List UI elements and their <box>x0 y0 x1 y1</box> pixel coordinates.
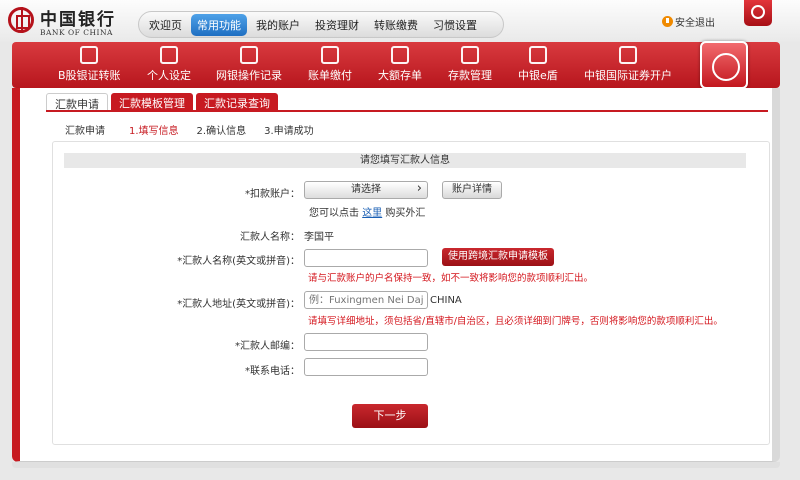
remitter-name-value: 李国平 <box>304 232 334 243</box>
form-title: 请您填写汇款人信息 <box>64 153 746 168</box>
address-hint: 请填写详细地址，须包括省/直辖市/自治区，且必须详细到门牌号，否则将影响您的款项… <box>308 316 723 327</box>
topnav-common-functions[interactable]: 常用功能 <box>191 13 247 36</box>
gears-icon <box>160 46 178 64</box>
account-detail-button[interactable]: 账户详情 <box>442 181 502 199</box>
func-operation-log[interactable]: 网银操作记录 <box>216 42 282 88</box>
top-header: 中国银行 BANK OF CHINA 欢迎页 常用功能 我的账户 投资理财 转账… <box>0 0 800 42</box>
logout-label: 安全退出 <box>675 18 715 29</box>
search-doc-icon <box>240 46 258 64</box>
use-template-button[interactable]: 使用跨境汇款申请模板 <box>442 248 554 266</box>
step-success: 3.申请成功 <box>264 126 314 137</box>
buy-fx-hint: 您可以点击 这里 购买外汇 <box>309 208 426 219</box>
address-suffix: CHINA <box>430 295 462 306</box>
func-personal-settings[interactable]: 个人设定 <box>147 42 191 88</box>
zip-label: *汇款人邮编： <box>235 341 300 352</box>
account-label: *扣款账户： <box>245 189 300 200</box>
token-icon <box>528 46 547 64</box>
tab-remittance-apply[interactable]: 汇款申请 <box>46 93 108 111</box>
name-en-label: *汇款人名称(英文或拼音)： <box>177 256 300 267</box>
bank-name-en: BANK OF CHINA <box>40 28 113 37</box>
bank-logo-icon <box>8 7 34 33</box>
footer-bar <box>12 462 780 468</box>
power-button[interactable] <box>744 0 772 26</box>
func-deposit-management[interactable]: 存款管理 <box>448 42 492 88</box>
topnav-investment[interactable]: 投资理财 <box>309 14 365 36</box>
name-en-input[interactable] <box>304 249 428 267</box>
steps-title: 汇款申请 <box>65 126 105 137</box>
step-indicator: 汇款申请 1.填写信息 2.确认信息 3.申请成功 <box>65 122 332 137</box>
buy-fx-link[interactable]: 这里 <box>362 208 382 219</box>
yuan-note-icon <box>391 46 409 64</box>
featured-badge-icon[interactable] <box>700 41 748 89</box>
account-select[interactable]: 请选择 <box>304 181 428 199</box>
name-hint: 请与汇款账户的户名保持一致，如不一致将影响您的款项顺利汇出。 <box>308 273 594 284</box>
topnav-my-account[interactable]: 我的账户 <box>250 14 306 36</box>
phone-input[interactable] <box>304 358 428 376</box>
sub-tabs: 汇款申请 汇款模板管理 汇款记录查询 <box>46 93 281 111</box>
power-icon <box>662 16 673 27</box>
func-bill-payment[interactable]: 账单缴付 <box>308 42 352 88</box>
step-confirm-info: 2.确认信息 <box>196 126 247 137</box>
next-step-button[interactable]: 下一步 <box>352 404 428 428</box>
chart-icon <box>80 46 99 64</box>
topnav-welcome[interactable]: 欢迎页 <box>143 14 188 36</box>
func-b-share-transfer[interactable]: B股银证转账 <box>58 42 121 88</box>
stock-chart-icon <box>619 46 637 64</box>
zip-input[interactable] <box>304 333 428 351</box>
logout-link[interactable]: 安全退出 <box>662 14 715 29</box>
tab-underline <box>46 110 768 112</box>
top-nav: 欢迎页 常用功能 我的账户 投资理财 转账缴费 习惯设置 <box>138 11 504 38</box>
step-fill-info: 1.填写信息 <box>129 126 179 137</box>
address-input[interactable] <box>304 291 428 309</box>
topnav-transfer-payment[interactable]: 转账缴费 <box>368 14 424 36</box>
tab-template-management[interactable]: 汇款模板管理 <box>111 93 193 111</box>
address-label: *汇款人地址(英文或拼音)： <box>177 299 300 310</box>
bank-logo: 中国银行 BANK OF CHINA <box>8 5 128 39</box>
function-bar: B股银证转账 个人设定 网银操作记录 账单缴付 大额存单 存款管理 中银e盾 中… <box>12 42 780 88</box>
topnav-preferences[interactable]: 习惯设置 <box>427 14 483 36</box>
tab-record-query[interactable]: 汇款记录查询 <box>196 93 278 111</box>
phone-label: *联系电话： <box>245 366 300 377</box>
remitter-name-label: 汇款人名称： <box>240 232 300 243</box>
bank-name-cn: 中国银行 <box>40 10 116 30</box>
func-large-cd[interactable]: 大额存单 <box>378 42 422 88</box>
func-bocim-account[interactable]: 中银国际证券开户 <box>584 42 672 88</box>
deposit-icon <box>461 46 479 64</box>
bill-icon <box>321 46 339 64</box>
func-e-token[interactable]: 中银e盾 <box>518 42 558 88</box>
